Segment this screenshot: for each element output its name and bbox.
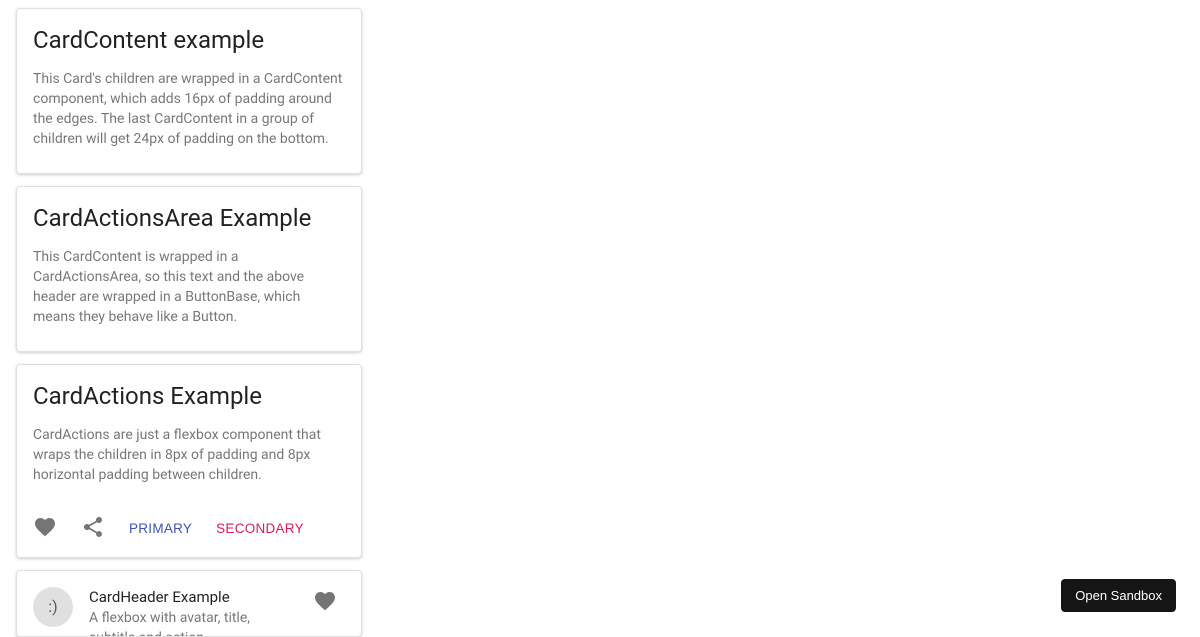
- favorite-button[interactable]: [25, 509, 65, 549]
- card-body: This Card's children are wrapped in a Ca…: [33, 69, 345, 149]
- card-cardactions-example: CardActions Example CardActions are just…: [16, 364, 362, 558]
- card-content: CardActions Example CardActions are just…: [17, 365, 361, 501]
- avatar: :): [33, 587, 73, 627]
- card-cardheader-example: :) CardHeader Example A flexbox with ava…: [16, 570, 362, 637]
- heart-icon: [313, 589, 337, 616]
- card-title: CardContent example: [33, 25, 345, 57]
- card-header-title: CardHeader Example: [89, 587, 297, 608]
- card-header-action: [305, 583, 345, 623]
- card-header-subtitle: A flexbox with avatar, title, subtitle a…: [89, 608, 297, 637]
- card-title: CardActions Example: [33, 381, 345, 413]
- card-title: CardActionsArea Example: [33, 203, 345, 235]
- open-sandbox-button[interactable]: Open Sandbox: [1061, 579, 1176, 612]
- secondary-button[interactable]: Secondary: [208, 515, 312, 542]
- card-content: CardActionsArea Example This CardContent…: [17, 187, 361, 351]
- card-header: :) CardHeader Example A flexbox with ava…: [17, 571, 361, 637]
- primary-button[interactable]: Primary: [121, 515, 200, 542]
- card-action-area[interactable]: CardActionsArea Example This CardContent…: [17, 187, 361, 351]
- card-header-text: CardHeader Example A flexbox with avatar…: [89, 587, 297, 637]
- card-cardactionsarea-example: CardActionsArea Example This CardContent…: [16, 186, 362, 352]
- favorite-button[interactable]: [305, 583, 345, 623]
- card-actions: Primary Secondary: [17, 501, 361, 557]
- card-content: CardContent example This Card's children…: [17, 9, 361, 173]
- card-body: CardActions are just a flexbox component…: [33, 425, 345, 485]
- share-icon: [81, 515, 105, 542]
- card-cardcontent-example: CardContent example This Card's children…: [16, 8, 362, 174]
- heart-icon: [33, 515, 57, 542]
- share-button[interactable]: [73, 509, 113, 549]
- card-body: This CardContent is wrapped in a CardAct…: [33, 247, 345, 327]
